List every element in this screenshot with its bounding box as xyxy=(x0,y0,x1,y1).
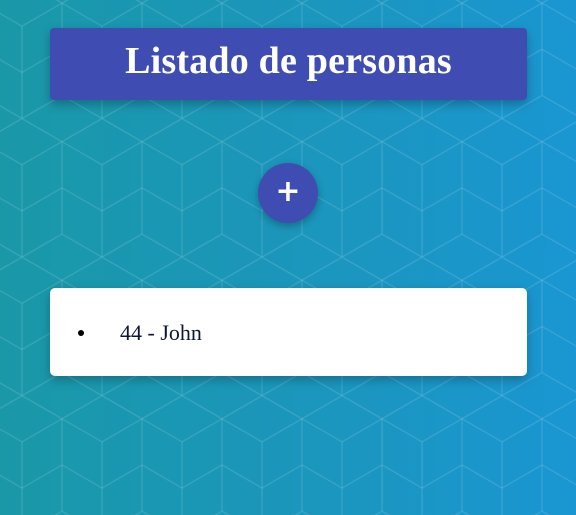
page-header: Listado de personas xyxy=(50,28,527,100)
bullet-icon xyxy=(78,330,84,336)
plus-icon: + xyxy=(275,173,301,209)
person-label: 44 - John xyxy=(120,320,202,345)
page-title: Listado de personas xyxy=(125,40,452,82)
person-list-card: 44 - John xyxy=(50,288,527,376)
add-person-button[interactable]: + xyxy=(258,163,318,223)
